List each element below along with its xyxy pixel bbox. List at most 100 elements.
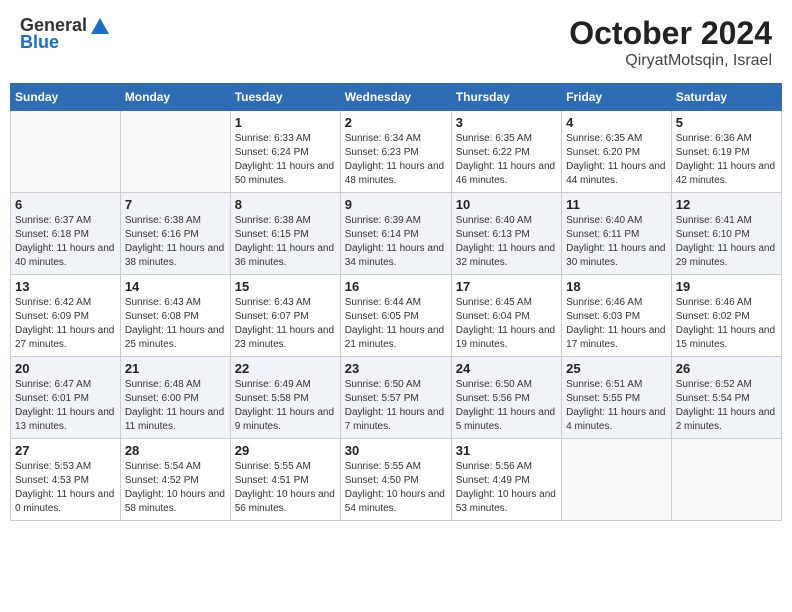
day-number: 8	[235, 197, 336, 212]
calendar-cell: 10 Sunrise: 6:40 AMSunset: 6:13 PMDayligh…	[451, 193, 561, 275]
title-section: October 2024 QiryatMotsqin, Israel	[569, 15, 772, 70]
day-number: 18	[566, 279, 667, 294]
calendar-cell: 29 Sunrise: 5:55 AMSunset: 4:51 PMDayligh…	[230, 439, 340, 521]
day-info: Sunrise: 6:40 AMSunset: 6:11 PMDaylight:…	[566, 214, 667, 270]
calendar-cell: 28Sunrise: 5:54 AMSunset: 4:52 PMDayligh…	[120, 439, 230, 521]
logo-icon	[89, 16, 111, 36]
day-info: Sunrise: 6:43 AMSunset: 6:08 PMDaylight:…	[125, 296, 226, 352]
weekday-saturday: Saturday	[671, 84, 781, 111]
calendar-week-1: 1Sunrise: 6:33 AMSunset: 6:24 PMDaylight…	[11, 111, 782, 193]
day-number: 12	[676, 197, 777, 212]
day-info: Sunrise: 6:48 AMSunset: 6:00 PMDaylight:…	[125, 378, 226, 434]
calendar-cell: 17 Sunrise: 6:45 AMSunset: 6:04 PMDayligh…	[451, 275, 561, 357]
day-info: Sunrise: 6:51 AMSunset: 5:55 PMDaylight:…	[566, 378, 667, 434]
calendar-cell	[120, 111, 230, 193]
day-number: 21	[125, 361, 226, 376]
calendar-cell: 19Sunrise: 6:46 AMSunset: 6:02 PMDayligh…	[671, 275, 781, 357]
day-number: 11	[566, 197, 667, 212]
day-info: Sunrise: 5:55 AMSunset: 4:50 PMDaylight:…	[345, 460, 447, 516]
day-number: 5	[676, 115, 777, 130]
calendar-cell: 14 Sunrise: 6:43 AMSunset: 6:08 PMDayligh…	[120, 275, 230, 357]
calendar-cell: 30 Sunrise: 5:55 AMSunset: 4:50 PMDayligh…	[340, 439, 451, 521]
day-info: Sunrise: 6:49 AMSunset: 5:58 PMDaylight:…	[235, 378, 336, 434]
day-info: Sunrise: 6:46 AMSunset: 6:02 PMDaylight:…	[676, 296, 777, 352]
day-number: 16	[345, 279, 447, 294]
weekday-thursday: Thursday	[451, 84, 561, 111]
day-number: 13	[15, 279, 116, 294]
day-number: 25	[566, 361, 667, 376]
day-number: 2	[345, 115, 447, 130]
calendar-cell: 25 Sunrise: 6:51 AMSunset: 5:55 PMDayligh…	[562, 357, 672, 439]
calendar-cell: 12 Sunrise: 6:41 AMSunset: 6:10 PMDayligh…	[671, 193, 781, 275]
calendar-cell: 7 Sunrise: 6:38 AMSunset: 6:16 PMDaylight…	[120, 193, 230, 275]
day-info: Sunrise: 6:42 AMSunset: 6:09 PMDaylight:…	[15, 296, 116, 352]
day-number: 4	[566, 115, 667, 130]
day-info: Sunrise: 6:40 AMSunset: 6:13 PMDaylight:…	[456, 214, 557, 270]
weekday-header-row: SundayMondayTuesdayWednesdayThursdayFrid…	[11, 84, 782, 111]
day-number: 27	[15, 443, 116, 458]
day-info: Sunrise: 6:35 AMSunset: 6:22 PMDaylight:…	[456, 132, 557, 188]
weekday-sunday: Sunday	[11, 84, 121, 111]
calendar-cell: 1Sunrise: 6:33 AMSunset: 6:24 PMDaylight…	[230, 111, 340, 193]
logo: General Blue	[20, 15, 111, 53]
day-number: 9	[345, 197, 447, 212]
calendar-cell: 8Sunrise: 6:38 AMSunset: 6:15 PMDaylight…	[230, 193, 340, 275]
day-number: 23	[345, 361, 447, 376]
day-info: Sunrise: 6:52 AMSunset: 5:54 PMDaylight:…	[676, 378, 777, 434]
calendar-cell: 23 Sunrise: 6:50 AMSunset: 5:57 PMDayligh…	[340, 357, 451, 439]
calendar-cell: 21 Sunrise: 6:48 AMSunset: 6:00 PMDayligh…	[120, 357, 230, 439]
calendar-cell	[562, 439, 672, 521]
calendar-cell: 22 Sunrise: 6:49 AMSunset: 5:58 PMDayligh…	[230, 357, 340, 439]
day-info: Sunrise: 6:36 AMSunset: 6:19 PMDaylight:…	[676, 132, 777, 188]
day-info: Sunrise: 6:45 AMSunset: 6:04 PMDaylight:…	[456, 296, 557, 352]
calendar-cell: 18 Sunrise: 6:46 AMSunset: 6:03 PMDayligh…	[562, 275, 672, 357]
calendar-cell: 27Sunrise: 5:53 AMSunset: 4:53 PMDayligh…	[11, 439, 121, 521]
weekday-wednesday: Wednesday	[340, 84, 451, 111]
calendar-cell: 20 Sunrise: 6:47 AMSunset: 6:01 PMDayligh…	[11, 357, 121, 439]
day-info: Sunrise: 6:43 AMSunset: 6:07 PMDaylight:…	[235, 296, 336, 352]
day-info: Sunrise: 6:41 AMSunset: 6:10 PMDaylight:…	[676, 214, 777, 270]
day-number: 28	[125, 443, 226, 458]
weekday-friday: Friday	[562, 84, 672, 111]
calendar-cell: 31Sunrise: 5:56 AMSunset: 4:49 PMDayligh…	[451, 439, 561, 521]
day-number: 22	[235, 361, 336, 376]
calendar-week-4: 20 Sunrise: 6:47 AMSunset: 6:01 PMDayligh…	[11, 357, 782, 439]
calendar-cell: 5 Sunrise: 6:36 AMSunset: 6:19 PMDaylight…	[671, 111, 781, 193]
day-info: Sunrise: 6:47 AMSunset: 6:01 PMDaylight:…	[15, 378, 116, 434]
page-header: General Blue October 2024 QiryatMotsqin,…	[10, 10, 782, 75]
day-number: 17	[456, 279, 557, 294]
calendar-cell: 4 Sunrise: 6:35 AMSunset: 6:20 PMDaylight…	[562, 111, 672, 193]
day-info: Sunrise: 6:37 AMSunset: 6:18 PMDaylight:…	[15, 214, 116, 270]
calendar-cell: 11 Sunrise: 6:40 AMSunset: 6:11 PMDayligh…	[562, 193, 672, 275]
calendar-week-5: 27Sunrise: 5:53 AMSunset: 4:53 PMDayligh…	[11, 439, 782, 521]
day-info: Sunrise: 6:50 AMSunset: 5:56 PMDaylight:…	[456, 378, 557, 434]
weekday-tuesday: Tuesday	[230, 84, 340, 111]
calendar-cell: 6 Sunrise: 6:37 AMSunset: 6:18 PMDaylight…	[11, 193, 121, 275]
day-info: Sunrise: 6:33 AMSunset: 6:24 PMDaylight:…	[235, 132, 336, 188]
day-number: 26	[676, 361, 777, 376]
calendar-cell: 2Sunrise: 6:34 AMSunset: 6:23 PMDaylight…	[340, 111, 451, 193]
calendar-cell: 3 Sunrise: 6:35 AMSunset: 6:22 PMDaylight…	[451, 111, 561, 193]
location-title: QiryatMotsqin, Israel	[569, 52, 772, 70]
day-info: Sunrise: 6:35 AMSunset: 6:20 PMDaylight:…	[566, 132, 667, 188]
calendar-cell: 15 Sunrise: 6:43 AMSunset: 6:07 PMDayligh…	[230, 275, 340, 357]
day-number: 14	[125, 279, 226, 294]
day-number: 20	[15, 361, 116, 376]
day-info: Sunrise: 6:46 AMSunset: 6:03 PMDaylight:…	[566, 296, 667, 352]
day-number: 30	[345, 443, 447, 458]
weekday-monday: Monday	[120, 84, 230, 111]
day-number: 29	[235, 443, 336, 458]
calendar-cell: 9 Sunrise: 6:39 AMSunset: 6:14 PMDaylight…	[340, 193, 451, 275]
day-number: 10	[456, 197, 557, 212]
day-info: Sunrise: 5:55 AMSunset: 4:51 PMDaylight:…	[235, 460, 336, 516]
day-number: 6	[15, 197, 116, 212]
calendar-cell: 13 Sunrise: 6:42 AMSunset: 6:09 PMDayligh…	[11, 275, 121, 357]
day-info: Sunrise: 6:38 AMSunset: 6:16 PMDaylight:…	[125, 214, 226, 270]
day-number: 7	[125, 197, 226, 212]
day-number: 15	[235, 279, 336, 294]
day-info: Sunrise: 5:56 AMSunset: 4:49 PMDaylight:…	[456, 460, 557, 516]
day-number: 3	[456, 115, 557, 130]
day-info: Sunrise: 6:39 AMSunset: 6:14 PMDaylight:…	[345, 214, 447, 270]
day-number: 24	[456, 361, 557, 376]
day-info: Sunrise: 6:50 AMSunset: 5:57 PMDaylight:…	[345, 378, 447, 434]
